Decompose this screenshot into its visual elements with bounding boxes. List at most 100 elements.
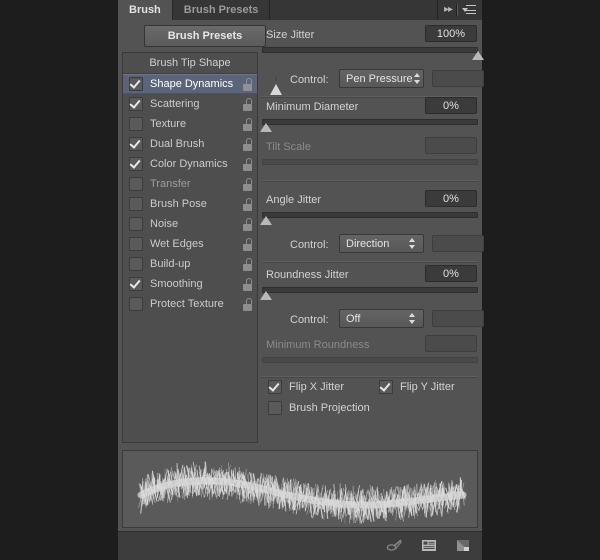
lock-open-icon[interactable] bbox=[242, 77, 253, 91]
checkbox-build-up[interactable] bbox=[129, 257, 143, 271]
list-header-brush-tip-shape[interactable]: Brush Tip Shape bbox=[123, 53, 257, 74]
brush-projection-row[interactable]: Brush Projection bbox=[268, 401, 370, 415]
angle-control-extra-value[interactable] bbox=[432, 235, 484, 252]
angle-jitter-value[interactable]: 0% bbox=[425, 190, 477, 207]
size-control-dropdown[interactable]: Pen Pressure bbox=[339, 69, 424, 88]
size-control-label: Control: bbox=[290, 74, 329, 86]
brush-options-list[interactable]: Brush Tip Shape Shape Dynamics Scatterin… bbox=[122, 52, 258, 443]
list-item-label: Color Dynamics bbox=[150, 158, 228, 170]
checkbox-flip-y-jitter[interactable] bbox=[379, 380, 393, 394]
slider-track bbox=[262, 159, 478, 165]
list-item-texture[interactable]: Texture bbox=[123, 114, 257, 134]
flip-y-jitter-label: Flip Y Jitter bbox=[400, 381, 455, 393]
list-item-dual-brush[interactable]: Dual Brush bbox=[123, 134, 257, 154]
slider-track bbox=[262, 212, 478, 218]
slider-track bbox=[262, 287, 478, 293]
angle-control-dropdown[interactable]: Direction bbox=[339, 234, 424, 253]
roundness-control-dropdown[interactable]: Off bbox=[339, 309, 424, 328]
slider-thumb[interactable] bbox=[260, 123, 272, 132]
slider-thumb[interactable] bbox=[260, 216, 272, 225]
list-item-label: Build-up bbox=[150, 258, 191, 270]
lock-open-icon[interactable] bbox=[242, 157, 253, 171]
flip-x-jitter-label: Flip X Jitter bbox=[289, 381, 345, 393]
list-item-scattering[interactable]: Scattering bbox=[123, 94, 257, 114]
minimum-roundness-slider bbox=[262, 357, 478, 371]
tab-bar-icons: ▸▸ bbox=[437, 0, 482, 20]
checkbox-dual-brush[interactable] bbox=[129, 137, 143, 151]
lock-open-icon[interactable] bbox=[242, 217, 253, 231]
list-item-color-dynamics[interactable]: Color Dynamics bbox=[123, 154, 257, 174]
lock-open-icon[interactable] bbox=[242, 117, 253, 131]
list-item-shape-dynamics[interactable]: Shape Dynamics bbox=[123, 74, 257, 94]
list-item-wet-edges[interactable]: Wet Edges bbox=[123, 234, 257, 254]
roundness-control-label: Control: bbox=[290, 314, 329, 326]
list-item-transfer[interactable]: Transfer bbox=[123, 174, 257, 194]
collapse-to-icons-icon[interactable]: ▸▸ bbox=[444, 5, 453, 15]
checkbox-color-dynamics[interactable] bbox=[129, 157, 143, 171]
minimum-diameter-value[interactable]: 0% bbox=[425, 97, 477, 114]
list-item-label: Noise bbox=[150, 218, 179, 230]
flip-x-jitter-row[interactable]: Flip X Jitter bbox=[268, 380, 344, 394]
checkbox-shape-dynamics[interactable] bbox=[129, 77, 143, 91]
lock-open-icon[interactable] bbox=[242, 277, 253, 291]
lock-open-icon[interactable] bbox=[242, 257, 253, 271]
brush-projection-label: Brush Projection bbox=[289, 402, 370, 414]
roundness-jitter-value[interactable]: 0% bbox=[425, 265, 477, 282]
brush-stroke-graphic bbox=[137, 461, 467, 524]
tab-bar-divider bbox=[456, 4, 458, 16]
checkbox-brush-pose[interactable] bbox=[129, 197, 143, 211]
slider-thumb[interactable] bbox=[472, 51, 484, 60]
tab-brush-presets[interactable]: Brush Presets bbox=[172, 0, 271, 20]
separator bbox=[262, 180, 478, 182]
panel-footer bbox=[118, 531, 482, 560]
lock-open-icon[interactable] bbox=[242, 297, 253, 311]
list-item-brush-pose[interactable]: Brush Pose bbox=[123, 194, 257, 214]
list-header-label: Brush Tip Shape bbox=[149, 57, 231, 69]
tilt-scale-slider bbox=[262, 159, 478, 173]
footer-icon-group bbox=[386, 537, 472, 554]
roundness-control-extra-value[interactable] bbox=[432, 310, 484, 327]
brush-presets-button[interactable]: Brush Presets bbox=[144, 25, 266, 47]
lock-open-icon[interactable] bbox=[242, 97, 253, 111]
list-item-protect-texture[interactable]: Protect Texture bbox=[123, 294, 257, 314]
size-jitter-slider[interactable] bbox=[262, 47, 484, 61]
checkbox-protect-texture[interactable] bbox=[129, 297, 143, 311]
roundness-jitter-slider[interactable] bbox=[260, 287, 478, 301]
warning-triangle-icon bbox=[270, 72, 282, 95]
checkbox-brush-projection[interactable] bbox=[268, 401, 282, 415]
open-preset-manager-icon[interactable] bbox=[420, 537, 438, 554]
list-item-label: Dual Brush bbox=[150, 138, 205, 150]
lock-open-icon[interactable] bbox=[242, 237, 253, 251]
minimum-diameter-slider[interactable] bbox=[260, 119, 478, 133]
size-control-value: Pen Pressure bbox=[346, 72, 413, 85]
list-item-label: Shape Dynamics bbox=[150, 78, 234, 90]
checkbox-smoothing[interactable] bbox=[129, 277, 143, 291]
flip-y-jitter-row[interactable]: Flip Y Jitter bbox=[379, 380, 455, 394]
separator bbox=[262, 261, 478, 263]
tab-brush[interactable]: Brush bbox=[118, 0, 173, 20]
list-item-noise[interactable]: Noise bbox=[123, 214, 257, 234]
lock-open-icon[interactable] bbox=[242, 137, 253, 151]
list-item-label: Transfer bbox=[150, 178, 191, 190]
slider-track bbox=[262, 47, 478, 53]
minimum-diameter-label: Minimum Diameter bbox=[266, 101, 359, 113]
lock-open-icon[interactable] bbox=[242, 177, 253, 191]
size-jitter-value[interactable]: 100% bbox=[425, 25, 477, 42]
lock-open-icon[interactable] bbox=[242, 197, 253, 211]
create-new-brush-icon[interactable] bbox=[454, 537, 472, 554]
list-item-smoothing[interactable]: Smoothing bbox=[123, 274, 257, 294]
checkbox-flip-x-jitter[interactable] bbox=[268, 380, 282, 394]
checkbox-texture[interactable] bbox=[129, 117, 143, 131]
panel-menu-icon[interactable] bbox=[462, 4, 476, 16]
slider-thumb[interactable] bbox=[260, 291, 272, 300]
checkbox-scattering[interactable] bbox=[129, 97, 143, 111]
angle-jitter-slider[interactable] bbox=[260, 212, 478, 226]
size-control-extra-value[interactable] bbox=[432, 70, 484, 87]
checkbox-noise[interactable] bbox=[129, 217, 143, 231]
brush-panel: Brush Brush Presets ▸▸ Brush Presets Bru… bbox=[118, 0, 484, 560]
toggle-live-tip-brush-icon[interactable] bbox=[386, 537, 404, 554]
list-item-build-up[interactable]: Build-up bbox=[123, 254, 257, 274]
checkbox-wet-edges[interactable] bbox=[129, 237, 143, 251]
checkbox-transfer[interactable] bbox=[129, 177, 143, 191]
list-item-label: Smoothing bbox=[150, 278, 203, 290]
